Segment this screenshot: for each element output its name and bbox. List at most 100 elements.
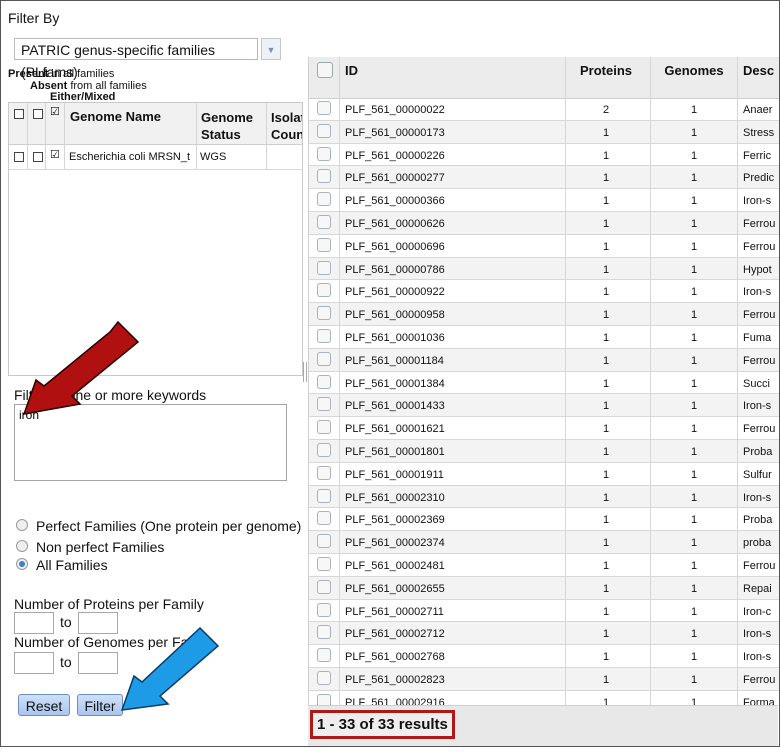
result-row[interactable]: PLF_561_00000958 1 1 Ferrou — [309, 303, 779, 326]
result-row[interactable]: PLF_561_00002768 1 1 Iron-s — [309, 645, 779, 668]
result-row[interactable]: PLF_561_00002481 1 1 Ferrou — [309, 554, 779, 577]
result-row[interactable]: PLF_561_00001621 1 1 Ferrou — [309, 417, 779, 440]
row-checkbox[interactable] — [317, 465, 331, 480]
result-row[interactable]: PLF_561_00002369 1 1 Proba — [309, 508, 779, 532]
genomes-column-header[interactable]: Genomes — [659, 63, 729, 78]
select-all-checkbox[interactable] — [317, 62, 333, 78]
result-row[interactable]: PLF_561_00002374 1 1 proba — [309, 531, 779, 554]
result-row[interactable]: PLF_561_00001384 1 1 Succi — [309, 372, 779, 395]
col-divider — [339, 57, 340, 705]
row-checkbox[interactable] — [317, 420, 331, 435]
isolation-header-line1[interactable]: Isolati — [271, 109, 302, 126]
row-checkbox[interactable] — [317, 328, 331, 343]
row-checkbox[interactable] — [317, 442, 331, 457]
row-checkbox[interactable] — [317, 579, 331, 594]
absent-checkbox[interactable] — [33, 152, 43, 162]
description-cell: Ferrou — [743, 217, 776, 230]
genomes-per-family-label: Number of Genomes per Family — [14, 634, 214, 650]
isolation-header-line2[interactable]: Count — [271, 126, 302, 143]
result-row[interactable]: PLF_561_00000226 1 1 Ferric — [309, 144, 779, 167]
result-row[interactable]: PLF_561_00002711 1 1 Iron-c — [309, 600, 779, 623]
present-all-checkbox[interactable] — [14, 109, 24, 119]
proteins-cell: 1 — [602, 537, 610, 550]
description-cell: Iron-s — [743, 195, 772, 208]
row-checkbox[interactable] — [317, 306, 331, 321]
proteins-max-input[interactable] — [78, 612, 118, 634]
row-checkbox[interactable] — [317, 534, 331, 549]
result-row[interactable]: PLF_561_00001036 1 1 Fuma — [309, 326, 779, 349]
chevron-down-icon[interactable]: ▼ — [261, 38, 281, 60]
either-all-checkbox[interactable]: ☑ — [50, 107, 60, 118]
row-checkbox[interactable] — [317, 260, 331, 275]
genomes-cell: 1 — [690, 537, 698, 550]
result-row[interactable]: PLF_561_00000626 1 1 Ferrou — [309, 211, 779, 235]
genomes-cell: 1 — [690, 309, 698, 322]
result-row[interactable]: PLF_561_00001184 1 1 Ferrou — [309, 348, 779, 372]
radio-button[interactable] — [16, 519, 28, 531]
result-row[interactable]: PLF_561_00002310 1 1 Iron-s — [309, 485, 779, 509]
families-results-grid: ID Proteins Genomes Desc PLF_561_0000002… — [308, 57, 779, 705]
present-checkbox[interactable] — [14, 152, 24, 162]
result-row[interactable]: PLF_561_00000922 1 1 Iron-s — [309, 280, 779, 304]
row-checkbox[interactable] — [317, 192, 331, 207]
description-column-header[interactable]: Desc — [743, 63, 774, 78]
row-checkbox[interactable] — [317, 237, 331, 252]
proteins-column-header[interactable]: Proteins — [571, 63, 641, 78]
genome-name-header[interactable]: Genome Name — [70, 108, 161, 125]
row-checkbox[interactable] — [317, 693, 331, 705]
result-row[interactable]: PLF_561_00000696 1 1 Ferrou — [309, 235, 779, 258]
row-checkbox[interactable] — [317, 101, 331, 115]
result-row[interactable]: PLF_561_00002916 1 1 Forma — [309, 691, 779, 705]
either-checkbox[interactable]: ☑ — [50, 150, 60, 161]
genomes-min-input[interactable] — [14, 652, 54, 674]
radio-button[interactable] — [16, 540, 28, 552]
row-checkbox[interactable] — [317, 648, 331, 663]
result-row[interactable]: PLF_561_00000366 1 1 Iron-s — [309, 189, 779, 212]
description-cell: Repai — [743, 582, 772, 595]
row-checkbox[interactable] — [317, 670, 331, 685]
radio-button[interactable] — [16, 558, 28, 570]
row-checkbox[interactable] — [317, 351, 331, 366]
absent-all-checkbox[interactable] — [33, 109, 43, 119]
row-checkbox[interactable] — [317, 169, 331, 184]
row-checkbox[interactable] — [317, 602, 331, 617]
result-row[interactable]: PLF_561_00000277 1 1 Predic — [309, 166, 779, 190]
result-row[interactable]: PLF_561_00002823 1 1 Ferrou — [309, 667, 779, 691]
result-row[interactable]: PLF_561_00001433 1 1 Iron-s — [309, 394, 779, 418]
result-row[interactable]: PLF_561_00000022 2 1 Anaer — [309, 98, 779, 121]
family-id-cell: PLF_561_00000786 — [345, 263, 445, 276]
id-column-header[interactable]: ID — [345, 63, 358, 78]
result-row[interactable]: PLF_561_00002655 1 1 Repai — [309, 576, 779, 600]
row-checkbox[interactable] — [317, 146, 331, 161]
result-row[interactable]: PLF_561_00001801 1 1 Proba — [309, 439, 779, 463]
family-type-select[interactable]: PATRIC genus-specific families (PLfams) — [14, 38, 258, 80]
row-checkbox[interactable] — [317, 283, 331, 298]
result-row[interactable]: PLF_561_00002712 1 1 Iron-s — [309, 622, 779, 646]
row-checkbox[interactable] — [317, 214, 331, 229]
row-checkbox[interactable] — [317, 374, 331, 389]
row-checkbox[interactable] — [317, 397, 331, 412]
proteins-cell: 1 — [602, 377, 610, 390]
proteins-min-input[interactable] — [14, 612, 54, 634]
row-checkbox[interactable] — [317, 488, 331, 503]
panel-splitter[interactable] — [303, 362, 307, 382]
genomes-cell: 1 — [690, 445, 698, 458]
genome-row[interactable]: ☑ Escherichia coli MRSN_t WGS — [9, 145, 302, 170]
genomes-cell: 1 — [690, 126, 698, 139]
filter-button[interactable]: Filter — [77, 694, 123, 716]
keyword-input[interactable]: iron — [14, 404, 287, 481]
genomes-max-input[interactable] — [78, 652, 118, 674]
family-id-cell: PLF_561_00001801 — [345, 445, 445, 458]
genome-status-header-line1[interactable]: Genome — [201, 109, 253, 126]
row-checkbox[interactable] — [317, 556, 331, 571]
reset-button[interactable]: Reset — [18, 694, 70, 716]
result-row[interactable]: PLF_561_00000786 1 1 Hypot — [309, 257, 779, 281]
row-checkbox[interactable] — [317, 625, 331, 640]
result-row[interactable]: PLF_561_00001911 1 1 Sulfur — [309, 463, 779, 486]
row-checkbox[interactable] — [317, 123, 331, 138]
result-row[interactable]: PLF_561_00000173 1 1 Stress — [309, 120, 779, 144]
description-cell: Proba — [743, 514, 773, 527]
row-checkbox[interactable] — [317, 511, 331, 526]
genome-grid: ☑ Genome Name Genome Status Isolati Coun… — [8, 102, 303, 376]
genome-status-header-line2[interactable]: Status — [201, 126, 241, 143]
